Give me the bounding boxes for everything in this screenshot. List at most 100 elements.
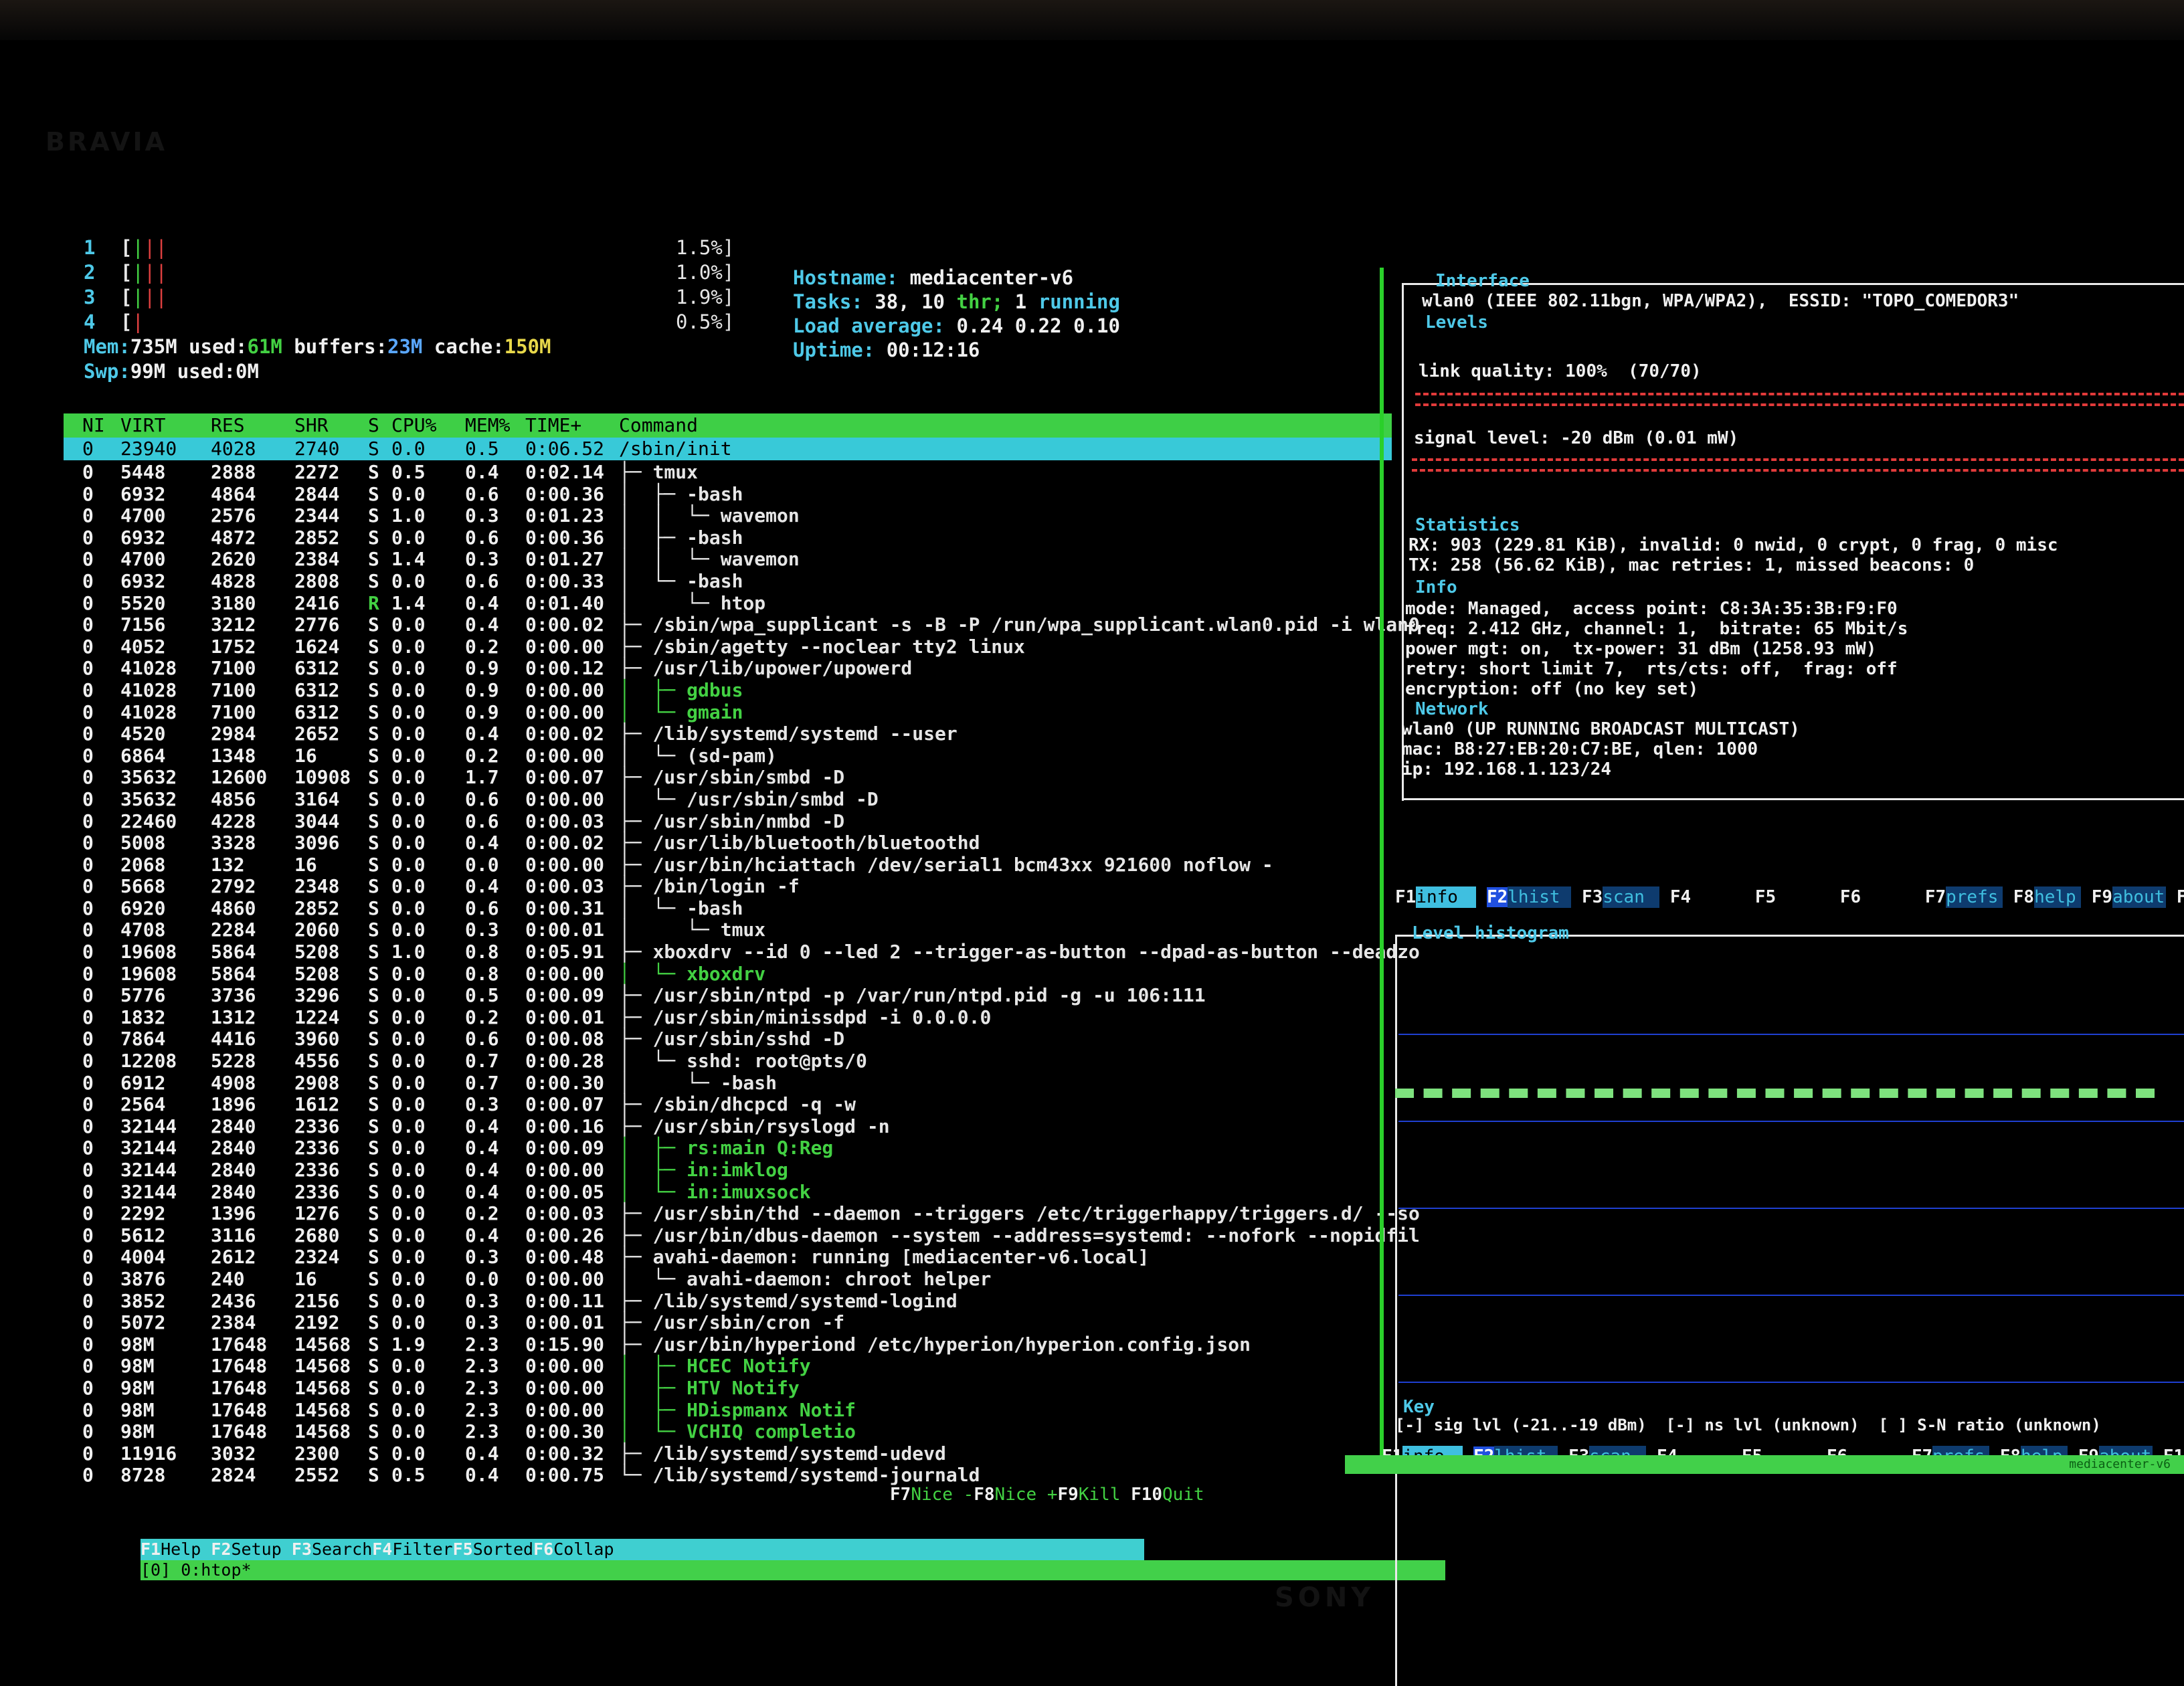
process-row[interactable]: 0 98M 17648 14568 S 0.0 2.3 0:00.00 │ ├─ HDispma…	[64, 1399, 1392, 1422]
process-row[interactable]: 0 4700 2576 2344 S 1.0 0.3 0:01.23 │ │ └─ wavemo…	[64, 505, 1392, 527]
filter-button[interactable]: Filter	[392, 1539, 453, 1559]
process-row[interactable]: 0 32144 2840 2336 S 0.0 0.4 0:00.09 │ ├─ rs:main…	[64, 1137, 1392, 1159]
kill-button[interactable]: Kill	[1079, 1485, 1121, 1505]
process-row[interactable]: 0 6932 4872 2852 S 0.0 0.6 0:00.36 │ ├─ -bash	[64, 527, 1392, 549]
fn-label-help[interactable]: help	[2034, 886, 2082, 908]
process-row[interactable]: 0 5520 3180 2416 R 1.4 0.4 0:01.40 │ └─ htop	[64, 592, 1392, 615]
column-header-command[interactable]: Command	[619, 413, 698, 438]
process-row[interactable]: 0 5776 3736 3296 S 0.0 0.5 0:00.09 ├─ /usr/sbin/…	[64, 985, 1392, 1007]
cell-state: S	[368, 1246, 379, 1269]
process-row[interactable]: 0 7156 3212 2776 S 0.0 0.4 0:00.02 ├─ /sbin/wpa_…	[64, 614, 1420, 636]
process-row[interactable]: 0 5448 2888 2272 S 0.5 0.4 0:02.14 ├─ tmux	[64, 461, 1392, 484]
process-row[interactable]: 0 4520 2984 2652 S 0.0 0.4 0:00.02 ├─ /lib/syste…	[64, 723, 1392, 745]
fn-label-about[interactable]: about	[2112, 886, 2167, 908]
process-row[interactable]: 0 5668 2792 2348 S 0.0 0.4 0:00.03 ├─ /bin/login…	[64, 876, 1392, 898]
fn-key-f10[interactable]: F10	[2177, 887, 2184, 907]
process-row[interactable]: 0 6912 4908 2908 S 0.0 0.7 0:00.30 │ └─ -bash	[64, 1072, 1392, 1095]
process-row[interactable]: 0 19608 5864 5208 S 0.0 0.8 0:00.00 │ └─ xboxdrv	[64, 963, 1392, 986]
f2-key[interactable]: F2	[211, 1539, 231, 1559]
fn-label-info[interactable]: info	[1416, 886, 1477, 908]
fn-key-f9[interactable]: F9	[2092, 887, 2112, 907]
nice-plus-button[interactable]: Nice +	[995, 1485, 1058, 1505]
process-row[interactable]: 0 41028 7100 6312 S 0.0 0.9 0:00.00 │ └─ gmain	[64, 700, 1392, 724]
nice-minus-button[interactable]: Nice -	[911, 1485, 974, 1505]
process-row[interactable]: 0 5612 3116 2680 S 0.0 0.4 0:00.26 ├─ /usr/bin/d…	[64, 1224, 1420, 1247]
f7-key[interactable]: F7	[890, 1485, 911, 1505]
process-row[interactable]: 0 4708 2284 2060 S 0.0 0.3 0:00.01 │ └─ tmux	[64, 919, 1392, 941]
process-row[interactable]: 0 98M 17648 14568 S 0.0 2.3 0:00.00 │ ├─ HCEC No…	[64, 1355, 1392, 1378]
column-header-shr[interactable]: SHR	[294, 413, 329, 438]
column-header-ni[interactable]: NI	[82, 413, 105, 438]
quit-button[interactable]: Quit	[1162, 1485, 1204, 1505]
tmux-pane-divider[interactable]	[1380, 268, 1384, 1472]
process-row[interactable]: 0 6932 4864 2844 S 0.0 0.6 0:00.36 │ ├─ -bash	[64, 483, 1392, 506]
selected-process-row[interactable]: 0 23940 4028 2740 S 0.0 0.5 0:06.52 /sbi…	[64, 438, 1392, 460]
process-row[interactable]: 0 4052 1752 1624 S 0.0 0.2 0:00.00 ├─ /sbin/aget…	[64, 636, 1392, 658]
process-row[interactable]: 0 5072 2384 2192 S 0.0 0.3 0:00.01 ├─ /usr/sbin/…	[64, 1312, 1392, 1334]
fn-label-prefs[interactable]: prefs	[1946, 886, 2003, 908]
column-header-mem[interactable]: MEM%	[465, 413, 510, 438]
fn-key-f5[interactable]: F5	[1755, 887, 1776, 907]
cell-ni: 0	[82, 700, 94, 723]
process-row[interactable]: 0 2564 1896 1612 S 0.0 0.3 0:00.07 ├─ /sbin/dhcp…	[64, 1094, 1392, 1116]
tmux-window-list[interactable]: [0] 0:htop*	[141, 1560, 252, 1580]
process-row[interactable]: 0 6920 4860 2852 S 0.0 0.6 0:00.31 │ └─ -bash	[64, 897, 1392, 920]
process-row[interactable]: 0 4700 2620 2384 S 1.4 0.3 0:01.27 │ │ └─ wavemo…	[64, 549, 1392, 571]
cell-virt: 5668	[120, 875, 166, 898]
process-row[interactable]: 0 6932 4828 2808 S 0.0 0.6 0:00.33 │ └─ -bash	[64, 570, 1392, 593]
process-row[interactable]: 0 2292 1396 1276 S 0.0 0.2 0:00.03 ├─ /usr/sbin/…	[64, 1203, 1420, 1225]
cell-cpu: 0.0	[391, 1071, 426, 1094]
process-row[interactable]: 0 12208 5228 4556 S 0.0 0.7 0:00.28 │ └─ sshd: r…	[64, 1050, 1392, 1072]
fn-key-f1[interactable]: F1	[1395, 887, 1416, 907]
process-row[interactable]: 0 32144 2840 2336 S 0.0 0.4 0:00.16 ├─ /usr/sbin…	[64, 1115, 1392, 1138]
process-row[interactable]: 0 11916 3032 2300 S 0.0 0.4 0:00.32 ├─ /lib/syst…	[64, 1442, 1392, 1465]
fn-key-f3[interactable]: F3	[1582, 887, 1603, 907]
sorted-button[interactable]: Sorted	[472, 1539, 534, 1559]
process-row[interactable]: 0 22460 4228 3044 S 0.0 0.6 0:00.03 ├─ /usr/sbin…	[64, 810, 1392, 833]
fn-key-f7[interactable]: F7	[1925, 887, 1946, 907]
process-row[interactable]: 0 7864 4416 3960 S 0.0 0.6 0:00.08 ├─ /usr/sbin/…	[64, 1028, 1392, 1050]
fn-label-lhist[interactable]: lhist	[1508, 886, 1572, 908]
process-row[interactable]: 0 32144 2840 2336 S 0.0 0.4 0:00.00 │ ├─ in:imkl…	[64, 1159, 1392, 1182]
f10-key[interactable]: F10	[1131, 1485, 1162, 1505]
process-row[interactable]: 0 6864 1348 16 S 0.0 0.2 0:00.00 │ └─ (sd-pam)	[64, 745, 1392, 767]
process-row[interactable]: 0 98M 17648 14568 S 0.0 2.3 0:00.00 │ ├─ HTV Not…	[64, 1377, 1392, 1400]
process-list[interactable]: 0 5448 2888 2272 S 0.5 0.4 0:02.14 ├─ tmux 0 6932 4…	[64, 461, 1420, 1505]
process-row[interactable]: 0 98M 17648 14568 S 1.9 2.3 0:15.90 ├─ /usr/bin/…	[64, 1333, 1392, 1356]
setup-button[interactable]: Setup	[231, 1539, 282, 1559]
f4-key[interactable]: F4	[372, 1539, 392, 1559]
collapse-button[interactable]: Collap	[553, 1539, 614, 1559]
f1-key[interactable]: F1	[141, 1539, 161, 1559]
process-row[interactable]: 0 1832 1312 1224 S 0.0 0.2 0:00.01 ├─ /usr/sbin/…	[64, 1006, 1392, 1029]
process-row[interactable]: 0 35632 12600 10908 S 0.0 1.7 0:00.07 ├─ /usr/sb…	[64, 767, 1392, 789]
process-row[interactable]: 0 35632 4856 3164 S 0.0 0.6 0:00.00 │ └─ /usr/sb…	[64, 788, 1392, 811]
column-header-state[interactable]: S	[368, 413, 379, 438]
process-row[interactable]: 0 2068 132 16 S 0.0 0.0 0:00.00 ├─ /usr/bin/hcia…	[64, 854, 1392, 876]
fn-key-f6[interactable]: F6	[1840, 887, 1861, 907]
process-row[interactable]: 0 32144 2840 2336 S 0.0 0.4 0:00.05 │ └─ in:imux…	[64, 1181, 1392, 1204]
column-header-cpu[interactable]: CPU%	[391, 413, 436, 438]
fn-label-scan[interactable]: scan	[1603, 886, 1660, 908]
process-row[interactable]: 0 3876 240 16 S 0.0 0.0 0:00.00 │ └─ avahi-daemo…	[64, 1268, 1392, 1291]
process-table-header[interactable]: NI VIRT RES SHR S CPU% MEM% TIME+ Comman…	[64, 413, 1392, 438]
f5-key[interactable]: F5	[453, 1539, 473, 1559]
process-row[interactable]: 0 5008 3328 3096 S 0.0 0.4 0:00.02 ├─ /usr/lib/b…	[64, 832, 1392, 854]
search-button[interactable]: Search	[311, 1539, 373, 1559]
fn-key-f8[interactable]: F8	[2013, 887, 2034, 907]
column-header-time[interactable]: TIME+	[525, 413, 581, 438]
f8-key[interactable]: F8	[974, 1485, 994, 1505]
process-row[interactable]: 0 41028 7100 6312 S 0.0 0.9 0:00.12 ├─ /usr/lib/…	[64, 658, 1392, 680]
f6-key[interactable]: F6	[533, 1539, 553, 1559]
help-button[interactable]: Help	[161, 1539, 201, 1559]
f3-key[interactable]: F3	[292, 1539, 312, 1559]
fn-key-f2[interactable]: F2	[1486, 887, 1508, 907]
column-header-res[interactable]: RES	[211, 413, 245, 438]
column-header-virt[interactable]: VIRT	[120, 413, 165, 438]
process-row[interactable]: 0 19608 5864 5208 S 1.0 0.8 0:05.91 ├─ xboxdrv -…	[64, 941, 1420, 963]
process-row[interactable]: 0 98M 17648 14568 S 0.0 2.3 0:00.30 │ └─ VCHIQ c…	[64, 1421, 1392, 1443]
fn-key-f4[interactable]: F4	[1670, 887, 1691, 907]
process-row[interactable]: 0 41028 7100 6312 S 0.0 0.9 0:00.00 │ ├─ gdbus	[64, 679, 1392, 702]
process-row[interactable]: 0 4004 2612 2324 S 0.0 0.3 0:00.48 ├─ avahi-daem…	[64, 1246, 1392, 1269]
process-row[interactable]: 0 3852 2436 2156 S 0.0 0.3 0:00.11 ├─ /lib/syste…	[64, 1290, 1392, 1313]
f9-key[interactable]: F9	[1057, 1485, 1078, 1505]
